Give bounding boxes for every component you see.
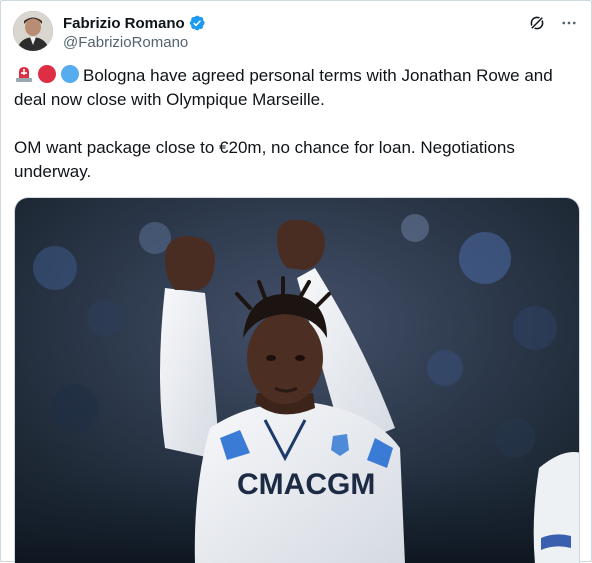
handle[interactable]: @FabrizioRomano [63,34,206,51]
more-horizontal-icon[interactable] [559,13,579,33]
tweet-text: Bologna have agreed personal terms with … [14,64,580,184]
tweet-header: Fabrizio Romano @FabrizioRomano [13,11,579,55]
tweet-actions [527,13,579,33]
player-celebration-photo: CMACGM [15,198,579,563]
blue-circle-icon [61,65,79,83]
avatar[interactable] [13,11,53,51]
tweet-card: Fabrizio Romano @FabrizioRomano Bologna … [0,0,592,563]
profile-photo-icon [13,11,53,51]
shirt-sponsor-text: CMACGM [237,468,375,501]
author-names: Fabrizio Romano @FabrizioRomano [63,13,206,51]
tweet-paragraph-1-text: Bologna have agreed personal terms with … [14,66,553,109]
tweet-paragraph-1: Bologna have agreed personal terms with … [14,64,580,112]
verified-badge-icon [189,15,205,31]
police-light-icon [16,67,32,82]
display-name[interactable]: Fabrizio Romano [63,15,185,32]
red-circle-icon [38,65,56,83]
display-name-row[interactable]: Fabrizio Romano [63,13,206,33]
grok-slash-icon[interactable] [527,13,547,33]
tweet-photo[interactable]: CMACGM [14,197,580,563]
tweet-paragraph-2: OM want package close to €20m, no chance… [14,138,515,181]
